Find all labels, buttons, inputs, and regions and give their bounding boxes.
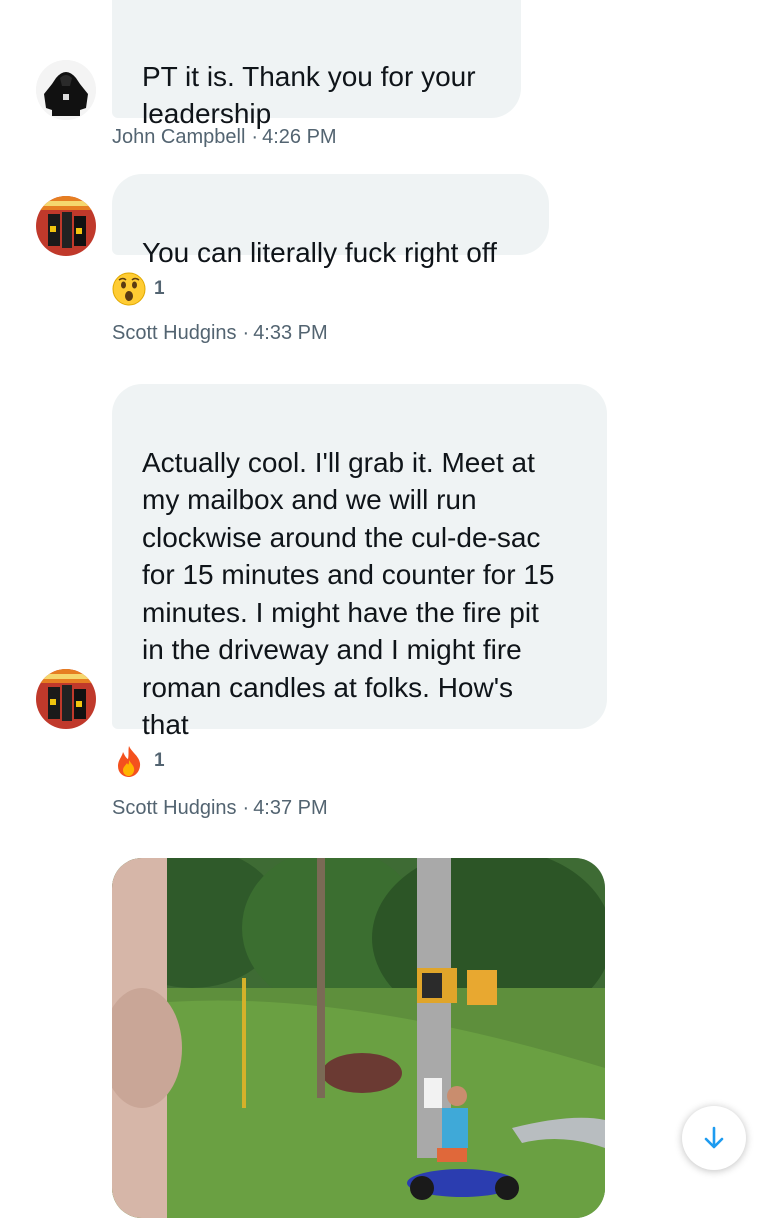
message-text: You can literally fuck right off — [142, 236, 497, 268]
timestamp: 4:37 PM — [253, 797, 328, 819]
separator: · — [242, 322, 250, 344]
astonished-face-icon — [112, 272, 146, 306]
timestamp: 4:26 PM — [262, 126, 337, 148]
poster-avatar-icon — [36, 196, 96, 256]
separator: · — [242, 797, 250, 819]
message-text: PT it is. Thank you for your leadership — [142, 60, 476, 130]
reaction-count: 1 — [154, 278, 165, 299]
reaction-chip[interactable]: 1 — [112, 744, 165, 778]
avatar-john-campbell[interactable] — [36, 60, 96, 120]
avatar-scott-hudgins[interactable] — [36, 669, 96, 729]
message-bubble[interactable]: You can literally fuck right off — [112, 174, 549, 268]
poster-avatar-icon — [36, 669, 96, 729]
fire-icon — [118, 746, 141, 777]
scroll-to-bottom-button[interactable] — [682, 1106, 746, 1170]
author-name[interactable]: Scott Hudgins — [112, 322, 237, 344]
photo-image — [112, 858, 605, 1218]
message-bubble[interactable]: PT it is. Thank you for your leadership — [112, 0, 521, 129]
message-text: Actually cool. I'll grab it. Meet at my … — [142, 446, 555, 741]
message-bubble[interactable]: Actually cool. I'll grab it. Meet at my … — [112, 384, 607, 740]
author-name[interactable]: John Campbell — [112, 126, 245, 148]
photo-attachment[interactable] — [112, 858, 605, 1218]
message-meta: John Campbell · 4:26 PM — [112, 126, 337, 149]
reaction-chip[interactable]: 1 — [112, 272, 165, 306]
author-name[interactable]: Scott Hudgins — [112, 797, 237, 819]
message-meta: Scott Hudgins · 4:33 PM — [112, 322, 328, 345]
separator: · — [251, 126, 259, 148]
avatar-scott-hudgins[interactable] — [36, 196, 96, 256]
reaction-count: 1 — [154, 750, 165, 771]
timestamp: 4:33 PM — [253, 322, 328, 344]
message-meta: Scott Hudgins · 4:37 PM — [112, 797, 328, 820]
arrow-down-icon — [704, 1126, 724, 1149]
hoodie-avatar-icon — [36, 60, 96, 120]
